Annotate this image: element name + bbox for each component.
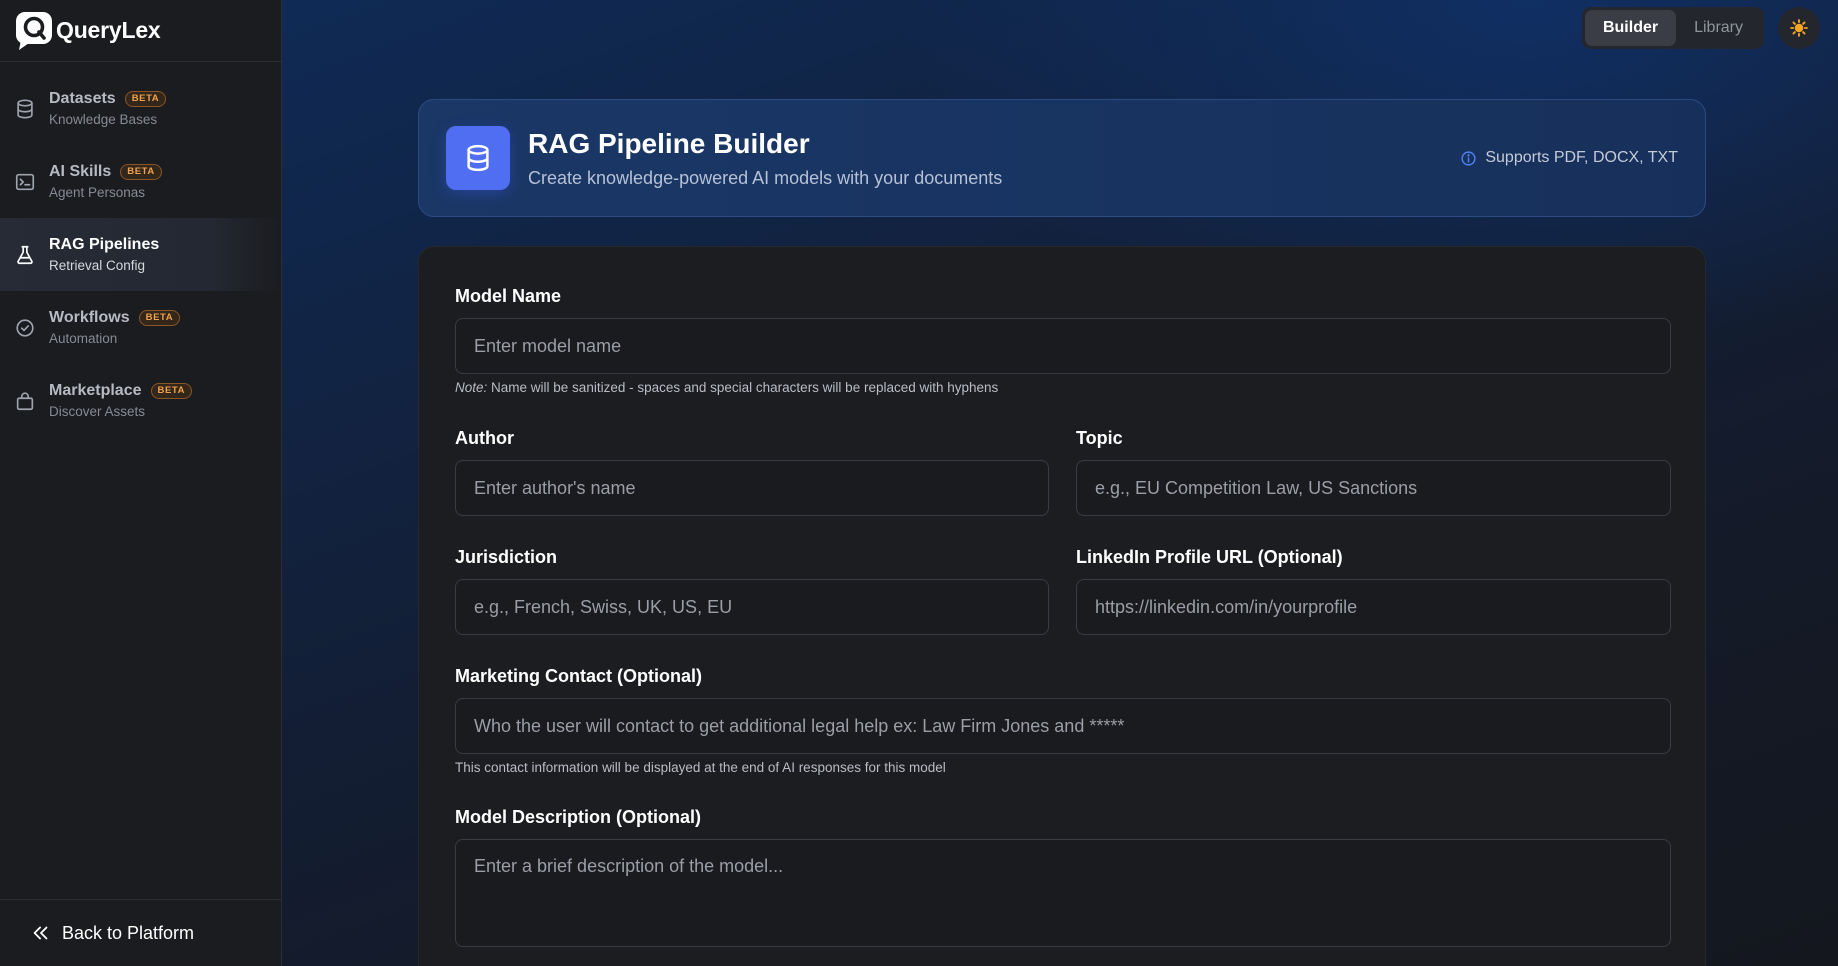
sidebar-item-ai-skills[interactable]: AI Skills BETA Agent Personas bbox=[0, 145, 281, 218]
author-input[interactable] bbox=[455, 460, 1049, 516]
sidebar-item-subtitle: Knowledge Bases bbox=[49, 112, 158, 127]
sun-icon bbox=[1790, 19, 1808, 37]
querylex-logo-icon bbox=[16, 11, 52, 50]
nav-text: Workflows BETA Automation bbox=[49, 309, 181, 346]
sidebar-item-subtitle: Agent Personas bbox=[49, 185, 146, 200]
page-header: RAG Pipeline Builder Create knowledge-po… bbox=[418, 99, 1706, 217]
theme-toggle-button[interactable] bbox=[1778, 7, 1820, 49]
jurisdiction-input[interactable] bbox=[455, 579, 1049, 635]
linkedin-url-input[interactable] bbox=[1076, 579, 1671, 635]
chevrons-left-icon bbox=[33, 926, 48, 940]
sidebar-item-subtitle: Retrieval Config bbox=[49, 258, 146, 273]
sidebar-item-subtitle: Automation bbox=[49, 331, 118, 346]
sidebar-item-marketplace[interactable]: Marketplace BETA Discover Assets bbox=[0, 364, 281, 437]
beta-badge: BETA bbox=[124, 90, 167, 108]
marketing-contact-label: Marketing Contact (Optional) bbox=[455, 666, 702, 686]
app-root: QueryLex Datasets BETA Knowledge Bases A… bbox=[0, 0, 1838, 966]
nav-title-row: Workflows BETA bbox=[49, 309, 181, 327]
back-to-platform-label: Back to Platform bbox=[62, 922, 195, 943]
shopping-bag-icon bbox=[16, 391, 34, 410]
sidebar-item-rag-pipelines[interactable]: RAG Pipelines Retrieval Config bbox=[0, 218, 281, 291]
nav-title-row: RAG Pipelines bbox=[49, 236, 159, 254]
main-content: Builder Library RAG Pipeline Builder Cre… bbox=[282, 0, 1838, 966]
header-text: RAG Pipeline Builder Create knowledge-po… bbox=[528, 128, 1002, 189]
sidebar-item-workflows[interactable]: Workflows BETA Automation bbox=[0, 291, 281, 364]
tab-builder[interactable]: Builder bbox=[1584, 10, 1677, 46]
sidebar-item-title: Marketplace bbox=[49, 382, 142, 399]
flask-icon bbox=[17, 245, 33, 264]
terminal-icon bbox=[15, 173, 35, 190]
nav-title-row: AI Skills BETA bbox=[49, 163, 162, 181]
sidebar-item-title: AI Skills bbox=[49, 163, 112, 180]
model-name-label: Model Name bbox=[455, 286, 562, 306]
supported-formats: Supports PDF, DOCX, TXT bbox=[1460, 100, 1678, 216]
model-name-input[interactable] bbox=[455, 318, 1671, 374]
page-title: RAG Pipeline Builder bbox=[528, 127, 810, 159]
view-toggle: Builder Library bbox=[1581, 7, 1764, 49]
topic-input[interactable] bbox=[1076, 460, 1671, 516]
nav-text: Marketplace BETA Discover Assets bbox=[49, 382, 193, 419]
page-subtitle: Create knowledge-powered AI models with … bbox=[528, 167, 1003, 188]
note-prefix: Note: bbox=[455, 380, 488, 395]
sidebar-item-title: RAG Pipelines bbox=[49, 236, 160, 253]
brand[interactable]: QueryLex bbox=[0, 0, 281, 62]
supported-formats-text: Supports PDF, DOCX, TXT bbox=[1485, 149, 1678, 166]
back-to-platform-button[interactable]: Back to Platform bbox=[0, 899, 281, 966]
beta-badge: BETA bbox=[138, 309, 181, 327]
check-circle-icon bbox=[16, 318, 34, 337]
header-database-tile bbox=[446, 126, 510, 190]
nav-text: RAG Pipelines Retrieval Config bbox=[49, 236, 159, 273]
beta-badge: BETA bbox=[150, 382, 193, 400]
marketing-contact-hint: This contact information will be display… bbox=[455, 760, 946, 775]
note-text: Name will be sanitized - spaces and spec… bbox=[487, 380, 999, 395]
tab-library[interactable]: Library bbox=[1676, 10, 1761, 46]
beta-badge: BETA bbox=[120, 163, 162, 181]
model-description-textarea[interactable] bbox=[455, 839, 1671, 947]
topic-label: Topic bbox=[1076, 428, 1123, 448]
marketing-contact-input[interactable] bbox=[455, 698, 1671, 754]
sidebar-item-datasets[interactable]: Datasets BETA Knowledge Bases bbox=[0, 72, 281, 145]
sidebar-item-subtitle: Discover Assets bbox=[49, 404, 146, 419]
sidebar-nav: Datasets BETA Knowledge Bases AI Skills … bbox=[0, 62, 281, 437]
model-name-note: Note: Name will be sanitized - spaces an… bbox=[455, 380, 998, 395]
sidebar-item-title: Workflows bbox=[49, 309, 130, 326]
database-icon bbox=[17, 98, 33, 119]
author-label: Author bbox=[455, 428, 514, 448]
model-form: Model Name Note: Name will be sanitized … bbox=[418, 246, 1706, 966]
nav-title-row: Marketplace BETA bbox=[49, 382, 193, 400]
nav-title-row: Datasets BETA bbox=[49, 90, 167, 108]
sidebar-item-title: Datasets bbox=[49, 90, 116, 107]
sidebar: QueryLex Datasets BETA Knowledge Bases A… bbox=[0, 0, 282, 966]
database-icon bbox=[467, 144, 489, 172]
nav-text: AI Skills BETA Agent Personas bbox=[49, 163, 162, 200]
app-name: QueryLex bbox=[56, 17, 161, 43]
model-description-label: Model Description (Optional) bbox=[455, 807, 701, 827]
linkedin-label: LinkedIn Profile URL (Optional) bbox=[1076, 547, 1343, 567]
jurisdiction-label: Jurisdiction bbox=[455, 547, 558, 567]
info-icon bbox=[1461, 150, 1476, 166]
nav-text: Datasets BETA Knowledge Bases bbox=[49, 90, 167, 127]
